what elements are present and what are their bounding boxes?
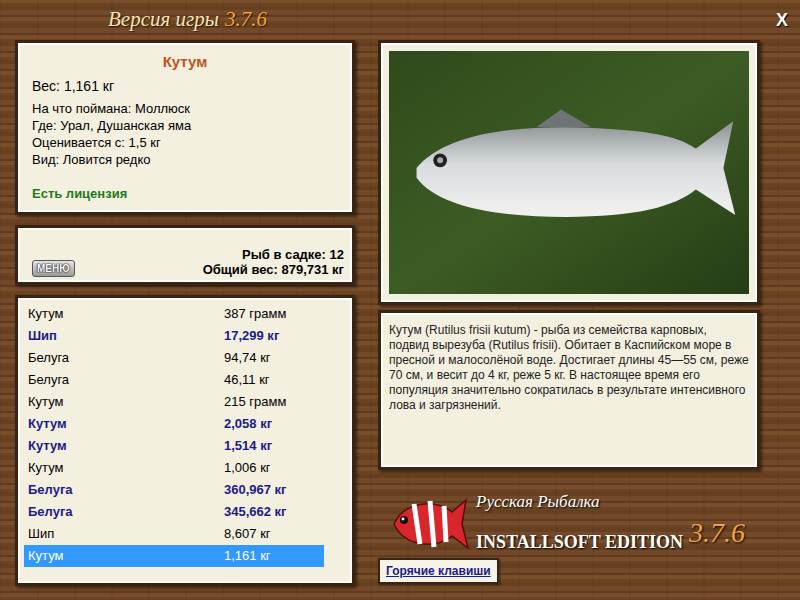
catch-name: Белуга — [24, 502, 224, 522]
catch-row-text: Кутум1,514 кг — [24, 436, 324, 456]
catch-row-text: Кутум387 грамм — [24, 304, 324, 324]
catch-name: Белуга — [24, 348, 224, 368]
fish-info-line: На что поймана: Моллюск — [32, 100, 338, 117]
catch-row-text: Кутум2,058 кг — [24, 414, 324, 434]
catch-name: Кутум — [24, 304, 224, 324]
keepnet-panel: МЕНЮ Рыб в садке: 12Общий вес: 879,731 кг — [15, 225, 355, 285]
fish-info-panel: Кутум Вес: 1,161 кг На что поймана: Моллюс… — [15, 40, 355, 215]
fish-logo-icon — [390, 492, 470, 554]
catch-name: Кутум — [24, 392, 224, 412]
catch-name: Шип — [24, 326, 224, 346]
catch-row[interactable]: Кутум2,058 кг — [24, 413, 324, 435]
catch-row[interactable]: Кутум1,514 кг — [24, 435, 324, 457]
catch-row-text: Белуга360,967 кг — [24, 480, 324, 500]
main-area: Кутум Вес: 1,161 кг На что поймана: Моллюс… — [0, 40, 800, 600]
catch-name: Шип — [24, 524, 224, 544]
game-logo: Русская РыбалкаINSTALLSOFT EDITION3.7.6 — [378, 492, 760, 554]
right-column: Кутум (Rutilus frisii kutum) - рыба из с… — [378, 40, 760, 600]
catch-list: Кутум387 граммШип17,299 кгБелуга94,74 кг… — [15, 295, 355, 586]
catch-name: Кутум — [24, 436, 224, 456]
photo-panel — [378, 40, 760, 305]
license-status: Есть лицензия — [32, 184, 338, 204]
catch-row[interactable]: Кутум215 грамм — [24, 391, 324, 413]
catch-row[interactable]: Шип17,299 кг — [24, 325, 324, 347]
catch-name: Кутум — [24, 546, 224, 566]
catch-weight: 1,161 кг — [224, 546, 271, 566]
catch-row-text: Белуга94,74 кг — [24, 348, 324, 368]
fish-description: Кутум (Rutilus frisii kutum) - рыба из с… — [378, 310, 760, 470]
total-weight: Общий вес: 879,731 кг — [203, 262, 344, 277]
logo-text: Русская РыбалкаINSTALLSOFT EDITION3.7.6 — [476, 492, 745, 554]
catch-row-text: Белуга46,11 кг — [24, 370, 324, 390]
fish-count: Рыб в садке: 12 — [203, 247, 344, 262]
catch-weight: 387 грамм — [224, 304, 286, 324]
catch-row[interactable]: Белуга360,967 кг — [24, 479, 324, 501]
left-column: Кутум Вес: 1,161 кг На что поймана: Моллюс… — [15, 40, 355, 600]
catch-row[interactable]: Кутум1,006 кг — [24, 457, 324, 479]
hotkeys-button[interactable]: Горячие клавиши — [378, 558, 499, 584]
window-title: Версия игры3.7.6 — [108, 4, 267, 36]
game-window: Версия игры3.7.6XКутумВес: 1,161 кгНа чт… — [0, 0, 800, 600]
logo-edition: INSTALLSOFT EDITION — [476, 530, 683, 554]
catch-weight: 2,058 кг — [224, 414, 272, 434]
catch-row-text: Шип17,299 кг — [24, 326, 324, 346]
close-button[interactable]: X — [772, 9, 792, 31]
catch-row[interactable]: Белуга345,662 кг — [24, 501, 324, 523]
catch-weight: 1,006 кг — [224, 458, 271, 478]
catch-name: Кутум — [24, 458, 224, 478]
catch-row-text: Кутум1,161 кг — [24, 546, 324, 566]
fish-info-line: Оценивается с: 1,5 кг — [32, 134, 338, 151]
catch-row-text: Кутум1,006 кг — [24, 458, 324, 478]
keepnet-info: Рыб в садке: 12Общий вес: 879,731 кг — [203, 247, 344, 277]
catch-name: Белуга — [24, 480, 224, 500]
catch-weight: 215 грамм — [224, 392, 286, 412]
logo-edition-row: INSTALLSOFT EDITION3.7.6 — [476, 512, 745, 554]
catch-name: Кутум — [24, 414, 224, 434]
catch-weight: 46,11 кг — [224, 370, 270, 390]
catch-name: Белуга — [24, 370, 224, 390]
catch-row-text: Шип8,607 кг — [24, 524, 324, 544]
title-text: Версия игры — [108, 7, 219, 31]
catch-row-text: Кутум215 грамм — [24, 392, 324, 412]
catch-weight: 94,74 кг — [224, 348, 271, 368]
catch-row[interactable]: Белуга46,11 кг — [24, 369, 324, 391]
catch-row[interactable]: Шип8,607 кг — [24, 523, 324, 545]
catch-row-text: Белуга345,662 кг — [24, 502, 324, 522]
catch-weight: 17,299 кг — [224, 326, 279, 346]
catch-weight: 8,607 кг — [224, 524, 271, 544]
logo-version: 3.7.6 — [689, 512, 745, 554]
catch-weight: 1,514 кг — [224, 436, 272, 456]
menu-button[interactable]: МЕНЮ — [32, 260, 75, 277]
fish-info-line: Вид: Ловится редко — [32, 151, 338, 168]
catch-row[interactable]: Белуга94,74 кг — [24, 347, 324, 369]
title-version: 3.7.6 — [225, 7, 267, 31]
header-bar: Версия игры3.7.6 X — [0, 0, 800, 40]
fish-photo — [389, 51, 749, 294]
fish-info-line: Вес: 1,161 кг — [32, 78, 338, 95]
catch-weight: 345,662 кг — [224, 502, 287, 522]
catch-row[interactable]: Кутум387 грамм — [24, 303, 324, 325]
fish-name: Кутум — [32, 51, 338, 74]
logo-title: Русская Рыбалка — [476, 492, 745, 512]
fish-info-line: Где: Урал, Душанская яма — [32, 117, 338, 134]
catch-weight: 360,967 кг — [224, 480, 287, 500]
catch-row[interactable]: Кутум1,161 кг — [24, 545, 324, 567]
